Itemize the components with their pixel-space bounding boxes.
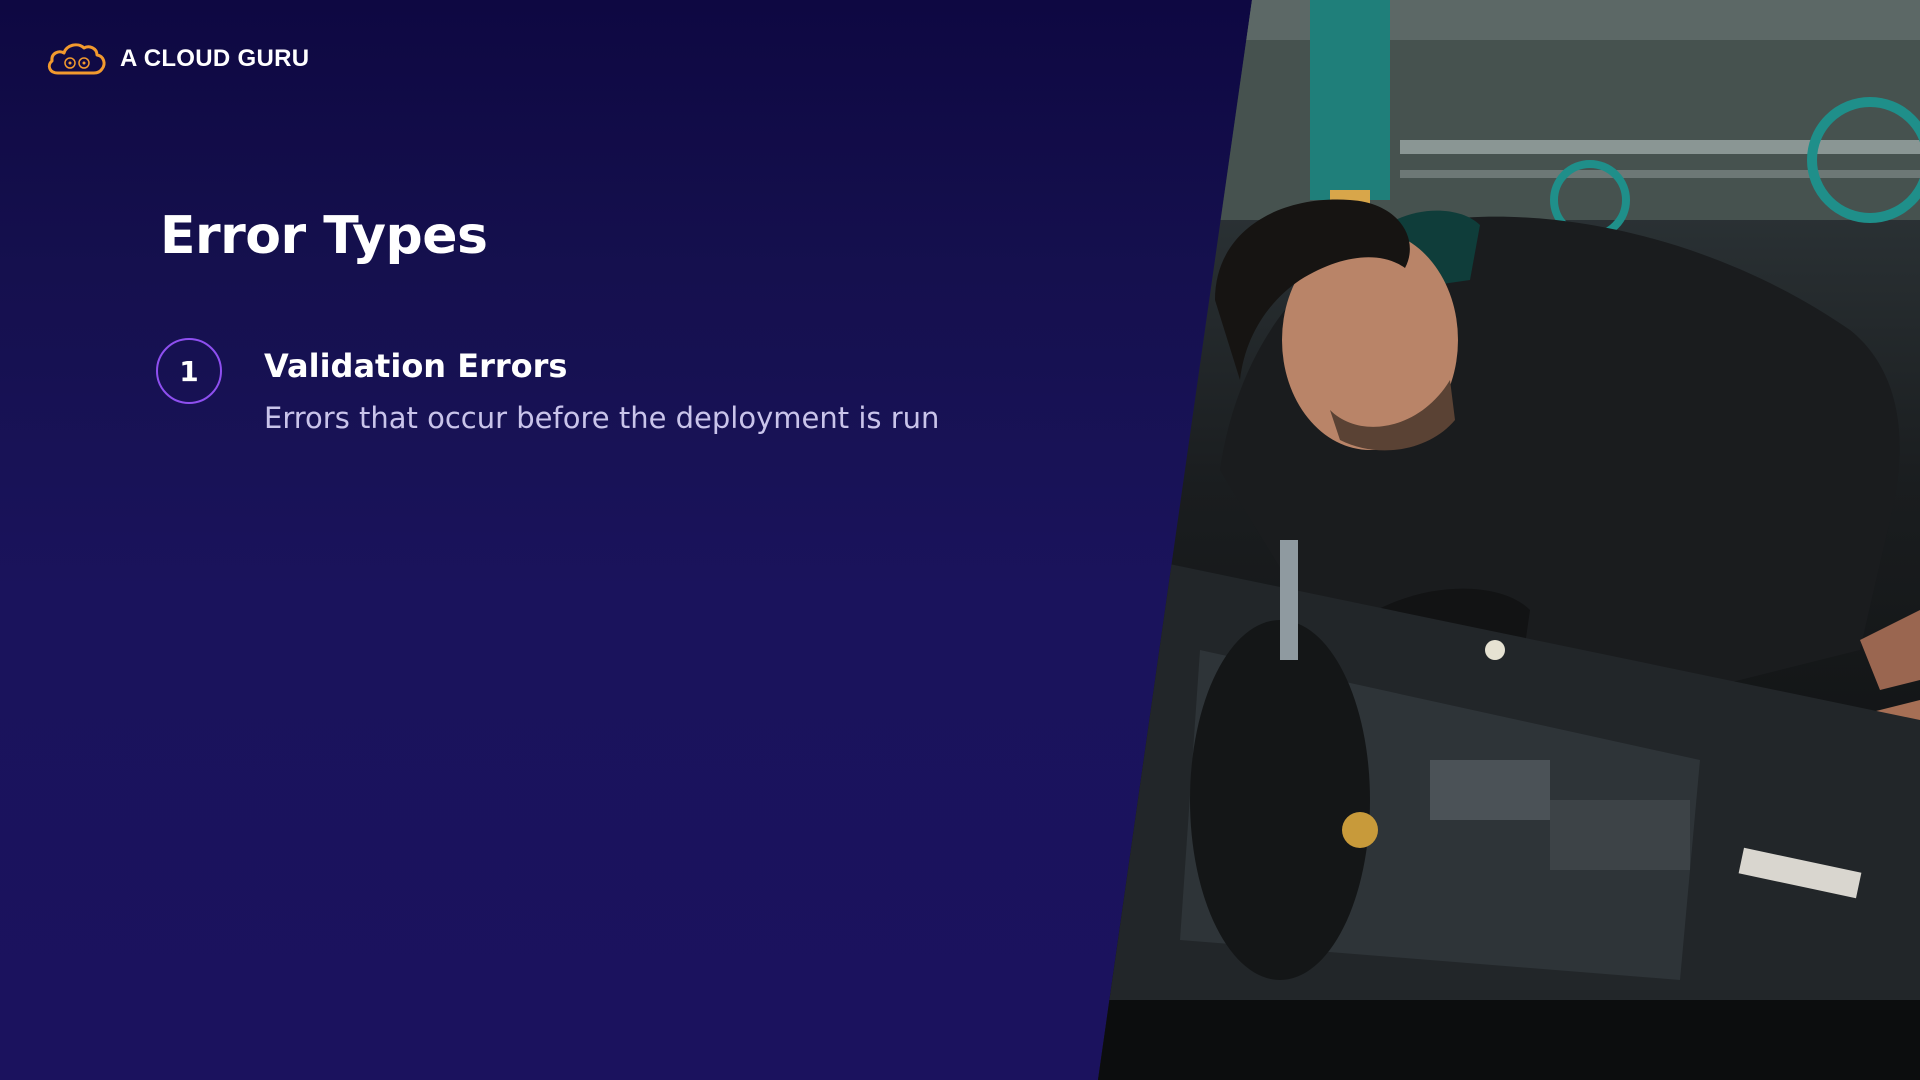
brand-name: A CLOUD GURU: [120, 45, 310, 72]
mechanic-photo: [1098, 0, 1920, 1080]
item-body: Validation Errors Errors that occur befo…: [264, 346, 939, 438]
item-number-badge: 1: [156, 338, 222, 404]
item-description: Errors that occur before the deployment …: [264, 401, 940, 435]
mechanic-photo-illustration: [1098, 0, 1920, 1080]
slide-title: Error Types: [160, 206, 488, 266]
item-title: Validation Errors: [264, 347, 568, 385]
brand-logo: A CLOUD GURU: [44, 38, 309, 80]
cloud-logo-icon: [47, 43, 106, 75]
list-item: 1 Validation Errors Errors that occur be…: [156, 338, 939, 438]
